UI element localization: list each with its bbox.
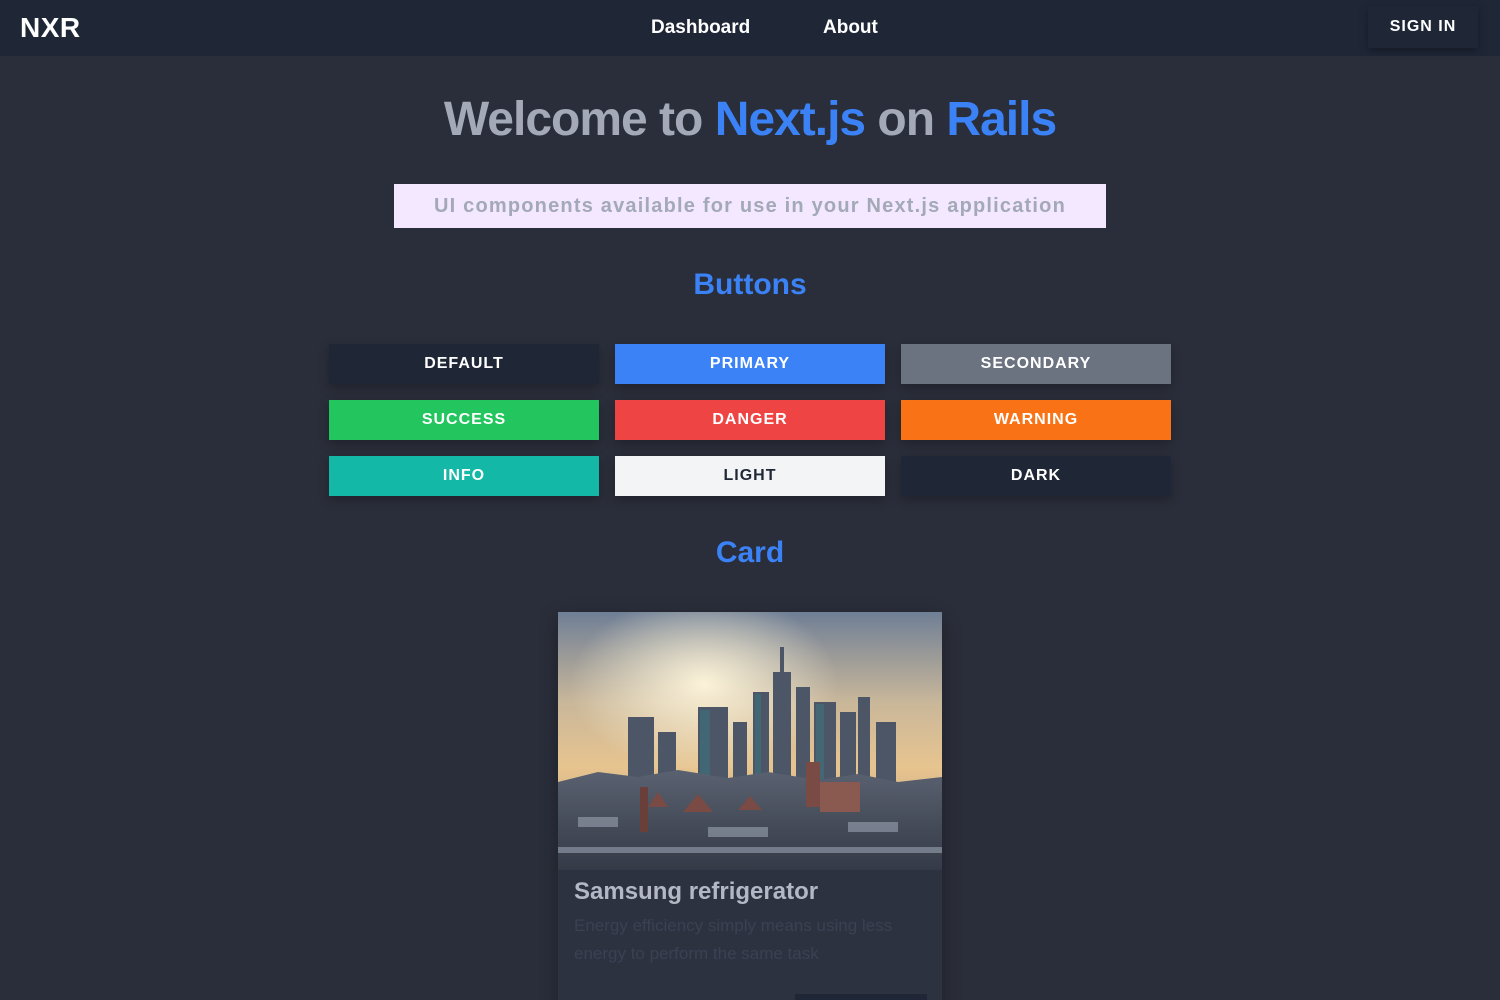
info-button[interactable]: INFO [329, 456, 599, 496]
title-part-on: on [865, 93, 947, 146]
secondary-button[interactable]: SECONDARY [901, 344, 1171, 384]
title-part-welcome: Welcome to [443, 93, 715, 146]
light-button[interactable]: LIGHT [615, 456, 885, 496]
primary-button[interactable]: PRIMARY [615, 344, 885, 384]
logo[interactable]: NXR [20, 12, 81, 44]
nav-link-dashboard[interactable]: Dashboard [651, 17, 750, 39]
section-title-buttons: Buttons [693, 268, 807, 301]
nav-link-about[interactable]: About [823, 17, 878, 39]
card-description: Energy efficiency simply means using les… [574, 916, 893, 963]
page-title: Welcome to Next.js on Rails [0, 92, 1500, 147]
title-part-nextjs: Next.js [714, 93, 866, 146]
card-action-button[interactable] [795, 994, 927, 1000]
default-button[interactable]: DEFAULT [329, 344, 599, 384]
success-button[interactable]: SUCCESS [329, 400, 599, 440]
sign-in-button[interactable]: SIGN IN [1368, 6, 1478, 48]
card-title: Samsung refrigerator [574, 878, 819, 905]
dark-button[interactable]: DARK [901, 456, 1171, 496]
top-navbar: NXR Dashboard About SIGN IN [0, 0, 1500, 56]
warning-button[interactable]: WARNING [901, 400, 1171, 440]
danger-button[interactable]: DANGER [615, 400, 885, 440]
section-title-card: Card [715, 536, 785, 569]
title-part-rails: Rails [946, 93, 1057, 146]
card-image-city-skyline [558, 612, 942, 870]
subtitle-banner: UI components available for use in your … [394, 184, 1106, 228]
product-card: Samsung refrigerator Energy efficiency s… [558, 612, 942, 1000]
